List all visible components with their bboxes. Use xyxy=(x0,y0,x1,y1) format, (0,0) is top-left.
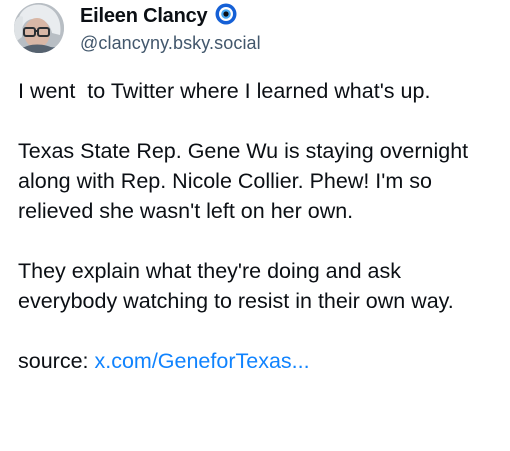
author-handle[interactable]: @clancyny.bsky.social xyxy=(80,33,261,54)
avatar-image xyxy=(14,3,64,53)
avatar[interactable] xyxy=(14,3,64,53)
author-display-name[interactable]: Eileen Clancy xyxy=(80,5,208,28)
post-paragraph: Texas State Rep. Gene Wu is staying over… xyxy=(18,139,475,223)
evil-eye-icon xyxy=(215,3,237,30)
source-line: source: x.com/GeneforTexas... xyxy=(18,346,502,376)
post: Eileen Clancy @clancyny.bsky.social I we… xyxy=(0,0,510,451)
source-label: source: xyxy=(18,349,95,373)
post-paragraph: They explain what they're doing and ask … xyxy=(18,259,454,313)
source-link[interactable]: x.com/GeneforTexas... xyxy=(94,349,309,373)
author-name-row: Eileen Clancy xyxy=(80,2,237,30)
post-paragraph: I went to Twitter where I learned what's… xyxy=(18,79,431,103)
post-body: I went to Twitter where I learned what's… xyxy=(18,76,502,376)
